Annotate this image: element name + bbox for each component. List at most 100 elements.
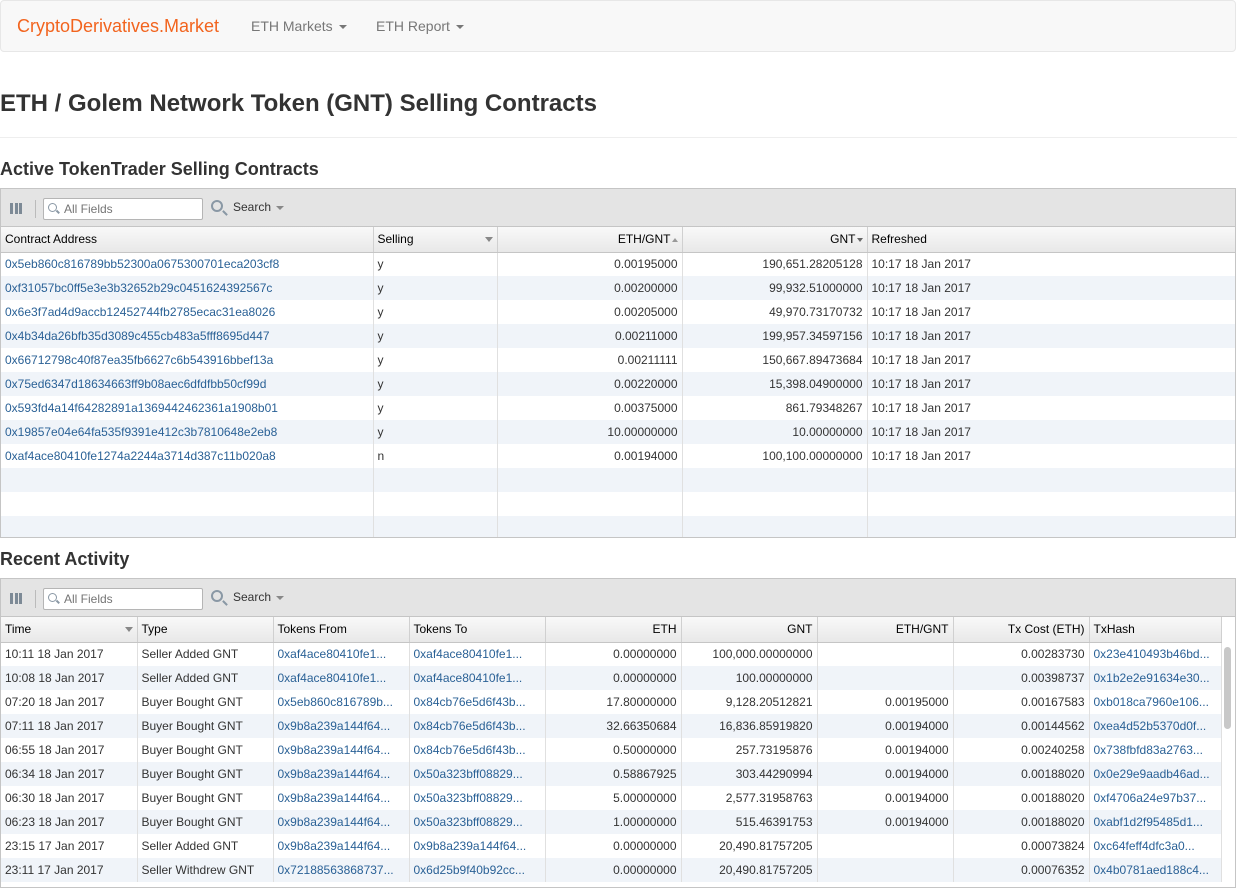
column-header-eth-gnt[interactable]: ETH/GNT: [497, 227, 683, 253]
address-link[interactable]: 0x6d25b9f40b92cc...: [414, 863, 525, 877]
address-link[interactable]: 0x9b8a239a144f64...: [278, 767, 391, 781]
table-row[interactable]: 23:15 17 Jan 2017 Seller Added GNT 0x9b8a2…: [1, 834, 1222, 858]
table-cell: 0x9b8a239a144f64...: [273, 786, 410, 810]
column-header-time[interactable]: Time: [1, 617, 138, 643]
address-link[interactable]: 0x9b8a239a144f64...: [278, 839, 391, 853]
address-link[interactable]: 0xaf4ace80410fe1...: [278, 671, 387, 685]
column-header-tx-cost[interactable]: Tx Cost (ETH): [953, 617, 1090, 643]
table-row[interactable]: 0x5eb860c816789bb52300a0675300701eca203c…: [1, 252, 1235, 276]
address-link[interactable]: 0xaf4ace80410fe1...: [414, 647, 523, 661]
table-cell: 0.00194000: [817, 762, 954, 786]
address-link[interactable]: 0xabf1d2f95485d1...: [1094, 815, 1203, 829]
search-input-box[interactable]: [43, 198, 203, 220]
address-link[interactable]: 0x50a323bff08829...: [414, 791, 523, 805]
address-link[interactable]: 0x84cb76e5d6f43b...: [414, 719, 526, 733]
address-link[interactable]: 0x9b8a239a144f64...: [278, 815, 391, 829]
column-header-gnt[interactable]: GNT: [681, 617, 818, 643]
table-cell: 0.00398737: [953, 666, 1090, 690]
address-link[interactable]: 0x5eb860c816789b...: [278, 695, 393, 709]
table-row[interactable]: 06:23 18 Jan 2017 Buyer Bought GNT 0x9b8a2…: [1, 810, 1222, 834]
columns-icon[interactable]: [10, 593, 22, 604]
table-row[interactable]: 0x66712798c40f87ea35fb6627c6b543916bbef1…: [1, 348, 1235, 372]
address-link[interactable]: 0xf4706a24e97b37...: [1094, 791, 1207, 805]
table-cell: 257.73195876: [681, 738, 818, 762]
address-link[interactable]: 0x9b8a239a144f64...: [278, 743, 391, 757]
column-header-refreshed[interactable]: Refreshed: [867, 227, 1235, 253]
table-row[interactable]: 07:11 18 Jan 2017 Buyer Bought GNT 0x9b8a2…: [1, 714, 1222, 738]
table-cell: [497, 492, 683, 516]
address-link[interactable]: 0xaf4ace80410fe1274a2244a3714d387c11b020…: [5, 449, 276, 463]
address-link[interactable]: 0xf31057bc0ff5e3e3b32652b29c045162439256…: [5, 281, 272, 295]
column-header-gnt[interactable]: GNT: [682, 227, 868, 253]
address-link[interactable]: 0x4b0781aed188c4...: [1094, 863, 1209, 877]
column-header-selling[interactable]: Selling: [373, 227, 498, 253]
address-link[interactable]: 0x50a323bff08829...: [414, 815, 523, 829]
address-link[interactable]: 0x50a323bff08829...: [414, 767, 523, 781]
column-menu-icon[interactable]: [484, 237, 493, 242]
address-link[interactable]: 0x5eb860c816789bb52300a0675300701eca203c…: [5, 257, 279, 271]
column-header-type[interactable]: Type: [137, 617, 274, 643]
address-link[interactable]: 0x1b2e2e91634e30...: [1094, 671, 1210, 685]
table-row[interactable]: 0xf31057bc0ff5e3e3b32652b29c045162439256…: [1, 276, 1235, 300]
address-link[interactable]: 0x738fbfd83a2763...: [1094, 743, 1203, 757]
column-header-tokens-to[interactable]: Tokens To: [409, 617, 546, 643]
table-row[interactable]: 0x19857e04e64fa535f9391e412c3b7810648e2e…: [1, 420, 1235, 444]
address-link[interactable]: 0x84cb76e5d6f43b...: [414, 695, 526, 709]
address-link[interactable]: 0x19857e04e64fa535f9391e412c3b7810648e2e…: [5, 425, 277, 439]
table-cell: 0.00167583: [953, 690, 1090, 714]
brand-link[interactable]: CryptoDerivatives.Market: [17, 16, 219, 37]
table-cell: y: [373, 324, 498, 348]
table-row[interactable]: 07:20 18 Jan 2017 Buyer Bought GNT 0x5eb86…: [1, 690, 1222, 714]
address-link[interactable]: 0xaf4ace80410fe1...: [414, 671, 523, 685]
column-header-eth[interactable]: ETH: [545, 617, 682, 643]
nav-eth-report[interactable]: ETH Report: [376, 18, 464, 34]
nav-eth-markets[interactable]: ETH Markets: [251, 18, 347, 34]
address-link[interactable]: 0x9b8a239a144f64...: [414, 839, 527, 853]
table-row[interactable]: 0xaf4ace80410fe1274a2244a3714d387c11b020…: [1, 444, 1235, 468]
search-input-box[interactable]: [43, 588, 203, 610]
column-header-eth-gnt[interactable]: ETH/GNT: [817, 617, 954, 643]
column-header-time-label: Time: [5, 622, 32, 637]
address-link[interactable]: 0x23e410493b46bd...: [1094, 647, 1210, 661]
address-link[interactable]: 0xc64feff4dfc3a0...: [1094, 839, 1195, 853]
address-link[interactable]: 0x9b8a239a144f64...: [278, 719, 391, 733]
table-cell: 0.00000000: [545, 858, 682, 882]
table-row[interactable]: 0x593fd4a14f64282891a1369442462361a1908b…: [1, 396, 1235, 420]
search-input[interactable]: [64, 201, 200, 217]
address-link[interactable]: 0x75ed6347d18634663ff9b08aec6dfdfbb50cf9…: [5, 377, 266, 391]
address-link[interactable]: 0x72188563868737...: [278, 863, 394, 877]
address-link[interactable]: 0xaf4ace80410fe1...: [278, 647, 387, 661]
column-header-tokens-from[interactable]: Tokens From: [273, 617, 410, 643]
table-row[interactable]: 0x75ed6347d18634663ff9b08aec6dfdfbb50cf9…: [1, 372, 1235, 396]
address-link[interactable]: 0x4b34da26bfb35d3089c455cb483a5fff8695d4…: [5, 329, 270, 343]
column-header-contract-address[interactable]: Contract Address: [1, 227, 374, 253]
address-link[interactable]: 0x0e29e9aadb46ad...: [1094, 767, 1210, 781]
table-cell: 23:15 17 Jan 2017: [1, 834, 138, 858]
column-header-txhash[interactable]: TxHash: [1089, 617, 1222, 643]
address-link[interactable]: 0x84cb76e5d6f43b...: [414, 743, 526, 757]
table-cell: 0xea4d52b5370d0f...: [1089, 714, 1222, 738]
address-link[interactable]: 0x593fd4a14f64282891a1369442462361a1908b…: [5, 401, 278, 415]
column-menu-icon[interactable]: [124, 627, 133, 632]
table-cell: 0xc64feff4dfc3a0...: [1089, 834, 1222, 858]
table-cell: Buyer Bought GNT: [137, 762, 274, 786]
table-row[interactable]: 06:55 18 Jan 2017 Buyer Bought GNT 0x9b8a2…: [1, 738, 1222, 762]
columns-icon[interactable]: [10, 203, 22, 214]
address-link[interactable]: 0xb018ca7960e106...: [1094, 695, 1209, 709]
search-input[interactable]: [64, 591, 200, 607]
vertical-scrollbar[interactable]: [1224, 647, 1231, 729]
address-link[interactable]: 0x9b8a239a144f64...: [278, 791, 391, 805]
table-row[interactable]: 06:34 18 Jan 2017 Buyer Bought GNT 0x9b8a2…: [1, 762, 1222, 786]
table-row[interactable]: 10:08 18 Jan 2017 Seller Added GNT 0xaf4ac…: [1, 666, 1222, 690]
table-row[interactable]: 06:30 18 Jan 2017 Buyer Bought GNT 0x9b8a2…: [1, 786, 1222, 810]
table-row[interactable]: 10:11 18 Jan 2017 Seller Added GNT 0xaf4ac…: [1, 642, 1222, 666]
table-cell: 0xaf4ace80410fe1...: [273, 642, 410, 666]
address-link[interactable]: 0xea4d52b5370d0f...: [1094, 719, 1207, 733]
table-cell: Buyer Bought GNT: [137, 786, 274, 810]
address-link[interactable]: 0x66712798c40f87ea35fb6627c6b543916bbef1…: [5, 353, 273, 367]
address-link[interactable]: 0x6e3f7ad4d9accb12452744fb2785ecac31ea80…: [5, 305, 275, 319]
table-row[interactable]: 0x6e3f7ad4d9accb12452744fb2785ecac31ea80…: [1, 300, 1235, 324]
table-row[interactable]: 0x4b34da26bfb35d3089c455cb483a5fff8695d4…: [1, 324, 1235, 348]
table-row[interactable]: 23:11 17 Jan 2017 Seller Withdrew GNT 0x72…: [1, 858, 1222, 882]
recent-activity-grid: Search Time Type Tokens From Tokens To E…: [0, 578, 1236, 888]
